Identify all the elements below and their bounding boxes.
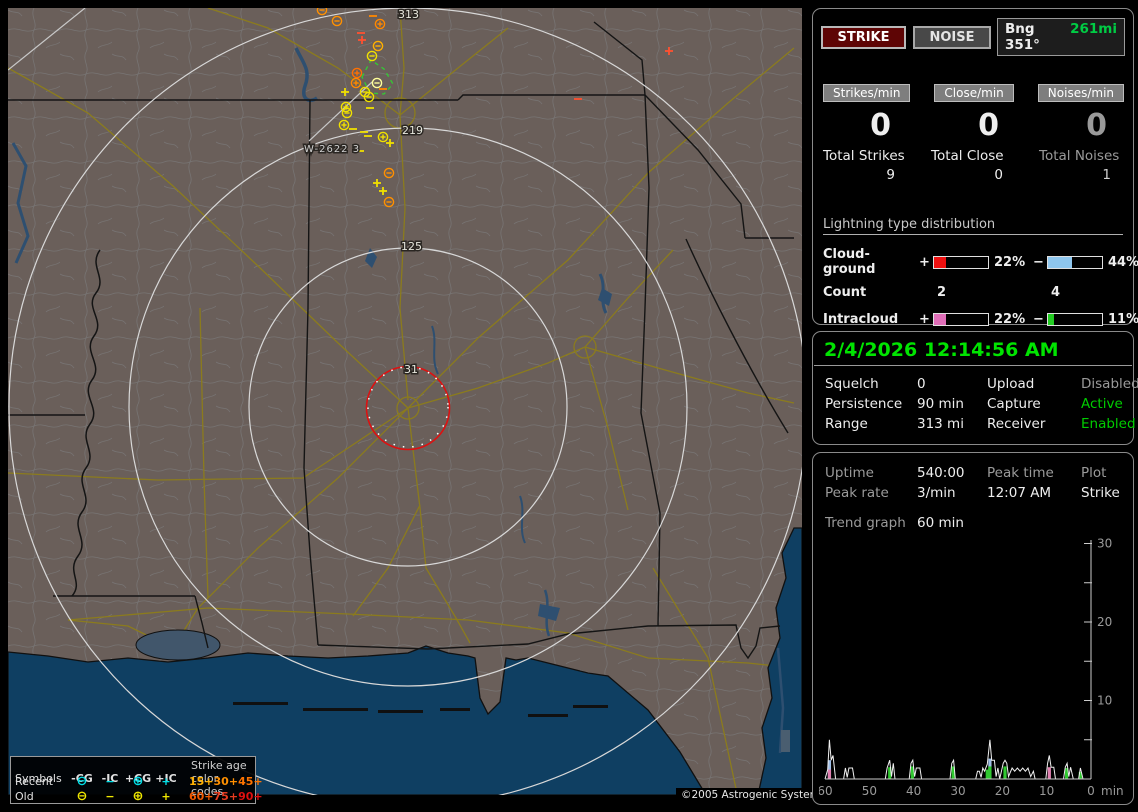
cg-pos-icon: ⊕ bbox=[132, 789, 144, 804]
storm-cell-label: W-2622 3 bbox=[304, 144, 360, 155]
trend-graph-value: 60 min bbox=[917, 515, 964, 531]
x-tick-label: 50 bbox=[862, 784, 877, 798]
setting-label: Persistence bbox=[825, 396, 903, 412]
chip-1[interactable]: Close/min bbox=[934, 84, 1014, 102]
x-tick-label: 40 bbox=[906, 784, 921, 798]
y-tick-label: 10 bbox=[1097, 694, 1112, 708]
session-value: 540:00 bbox=[917, 465, 965, 481]
chip-2[interactable]: Noises/min bbox=[1037, 84, 1125, 102]
ic-neg-icon: − bbox=[105, 775, 115, 788]
setting-value: 313 mi bbox=[917, 416, 964, 432]
setting-label: Receiver bbox=[987, 416, 1046, 432]
y-tick-label: 30 bbox=[1097, 538, 1112, 551]
x-tick-label: 30 bbox=[950, 784, 965, 798]
trend-bar bbox=[1003, 766, 1007, 779]
setting-label: Upload bbox=[987, 376, 1035, 392]
cg-neg-icon: ⊖ bbox=[76, 774, 88, 789]
distribution-row: Cloud-ground + 22% − 44% bbox=[823, 247, 1138, 277]
total-label: Total Close bbox=[931, 148, 1004, 164]
session-trend-panel: Uptime 540:00 Peak time Plot Peak rate 3/… bbox=[812, 452, 1134, 805]
legend-header: Symbols -CG -IC +CG +IC Strike age color c… bbox=[15, 759, 247, 798]
x-unit-label: min bbox=[1101, 784, 1124, 798]
session-value: 3/min bbox=[917, 485, 956, 501]
cg-pos-icon: ⊕ bbox=[132, 774, 144, 789]
setting-label: Squelch bbox=[825, 376, 879, 392]
legend-row: Recent ⊖ − ⊕ + 15+ 30+ 45+ bbox=[15, 774, 263, 789]
ic-pos-icon: + bbox=[161, 775, 171, 788]
session-value: Strike bbox=[1081, 485, 1120, 501]
x-tick-label: 10 bbox=[1039, 784, 1054, 798]
x-tick-label: 60 bbox=[819, 784, 833, 798]
ring-label: 219 bbox=[402, 124, 423, 137]
status-panel: 2/4/2026 12:14:56 AM Squelch 0 Upload Di… bbox=[812, 331, 1138, 445]
radar-map[interactable]: 313 219 125 31 W-2622 3 Symbols -CG -IC +CG +I… bbox=[8, 8, 831, 804]
bearing-label: Bng 351° bbox=[1005, 21, 1040, 53]
bearing-readout: Bng 351° 261mi bbox=[997, 18, 1125, 56]
symbol-legend: Symbols -CG -IC +CG +IC Strike age color c… bbox=[10, 756, 263, 804]
chip-0[interactable]: Strikes/min bbox=[823, 84, 911, 102]
strike-toggle-button[interactable]: STRIKE bbox=[821, 25, 906, 49]
rate-value: 0 bbox=[1086, 108, 1107, 143]
total-value: 0 bbox=[994, 167, 1003, 183]
ring-label: 125 bbox=[401, 240, 422, 253]
x-tick-label: 0 bbox=[1087, 784, 1095, 798]
ring-label: 31 bbox=[404, 363, 418, 376]
cg-neg-icon: ⊖ bbox=[76, 789, 88, 804]
total-label: Total Noises bbox=[1039, 148, 1120, 164]
setting-value: 90 min bbox=[917, 396, 964, 412]
setting-value: Active bbox=[1081, 396, 1123, 412]
session-label: Uptime bbox=[825, 465, 874, 481]
ic-pos-icon: + bbox=[161, 790, 171, 803]
trend-bar bbox=[1047, 767, 1051, 779]
legend-row: Old ⊖ − ⊕ + 60+ 75+ 90+ bbox=[15, 789, 263, 804]
setting-value: 0 bbox=[917, 376, 926, 392]
setting-value: Enabled bbox=[1081, 416, 1136, 432]
session-label: Peak rate bbox=[825, 485, 889, 501]
setting-label: Capture bbox=[987, 396, 1041, 412]
count-row: Count 2 4 bbox=[823, 285, 1061, 300]
trend-bar bbox=[985, 769, 989, 779]
total-label: Total Strikes bbox=[823, 148, 905, 164]
datetime: 2/4/2026 12:14:56 AM bbox=[814, 332, 1132, 366]
trend-bar bbox=[827, 769, 832, 779]
bearing-range: 261mi bbox=[1070, 21, 1117, 37]
total-value: 9 bbox=[886, 167, 895, 183]
rate-value: 0 bbox=[978, 108, 999, 143]
x-tick-label: 20 bbox=[995, 784, 1010, 798]
rate-value: 0 bbox=[870, 108, 891, 143]
session-label: Peak time bbox=[987, 465, 1054, 481]
ring-label: 313 bbox=[398, 8, 419, 21]
y-tick-label: 20 bbox=[1097, 615, 1112, 629]
setting-value: Disabled bbox=[1081, 376, 1138, 392]
strike-counter-panel: STRIKE NOISE Bng 351° 261mi Strikes/min C… bbox=[812, 8, 1138, 350]
distribution-title: Lightning type distribution bbox=[823, 217, 1123, 235]
trend-graph: 30 20 10 60 50 40 30 20 10 0 min bbox=[819, 538, 1124, 798]
session-value: Plot bbox=[1081, 465, 1107, 481]
setting-label: Range bbox=[825, 416, 868, 432]
distribution-row: Intracloud + 22% − 11% bbox=[823, 312, 1138, 327]
ic-neg-icon: − bbox=[105, 790, 115, 803]
session-label: 12:07 AM bbox=[987, 485, 1052, 501]
trend-graph-label: Trend graph bbox=[825, 515, 906, 531]
map-canvas: 313 219 125 31 W-2622 3 bbox=[8, 8, 802, 803]
total-value: 1 bbox=[1102, 167, 1111, 183]
copyright: ©2005 Astrogenic Systems bbox=[676, 788, 831, 802]
noise-toggle-button[interactable]: NOISE bbox=[913, 25, 991, 49]
